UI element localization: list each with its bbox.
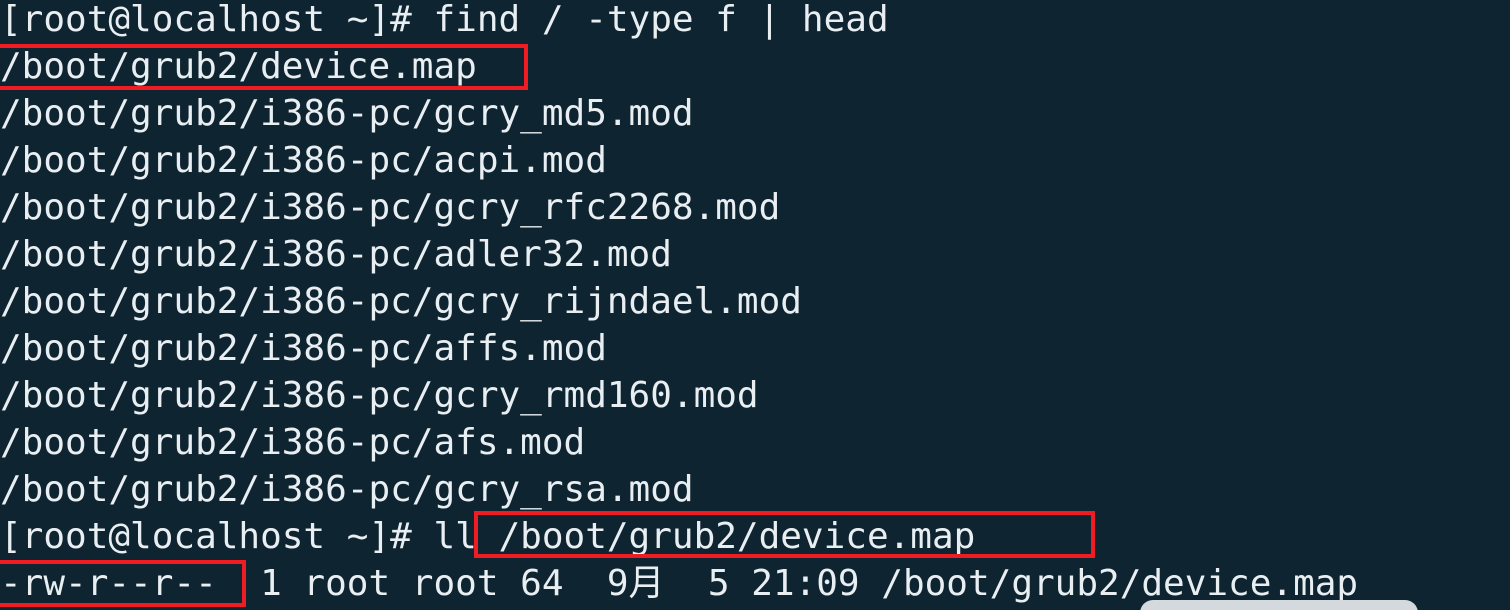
terminal-line-output-4: /boot/grub2/i386-pc/gcry_rfc2268.mod <box>0 187 781 228</box>
terminal-line-output-3: /boot/grub2/i386-pc/acpi.mod <box>0 140 607 181</box>
terminal-line-output-5: /boot/grub2/i386-pc/adler32.mod <box>0 234 672 275</box>
terminal-line-output-7: /boot/grub2/i386-pc/affs.mod <box>0 328 607 369</box>
terminal-window[interactable]: [root@localhost ~]# find / -type f | hea… <box>0 0 1510 610</box>
bottom-overlay-pill <box>1140 600 1418 610</box>
terminal-line-output-2: /boot/grub2/i386-pc/gcry_md5.mod <box>0 93 694 134</box>
terminal-line-command-find: [root@localhost ~]# find / -type f | hea… <box>0 0 889 40</box>
terminal-line-output-8: /boot/grub2/i386-pc/gcry_rmd160.mod <box>0 375 759 416</box>
terminal-line-output-9: /boot/grub2/i386-pc/afs.mod <box>0 422 586 463</box>
terminal-line-command-ll: [root@localhost ~]# ll /boot/grub2/devic… <box>0 516 976 557</box>
terminal-line-output-6: /boot/grub2/i386-pc/gcry_rijndael.mod <box>0 281 802 322</box>
terminal-line-output-10: /boot/grub2/i386-pc/gcry_rsa.mod <box>0 469 694 510</box>
terminal-line-output-1: /boot/grub2/device.map <box>0 46 477 87</box>
